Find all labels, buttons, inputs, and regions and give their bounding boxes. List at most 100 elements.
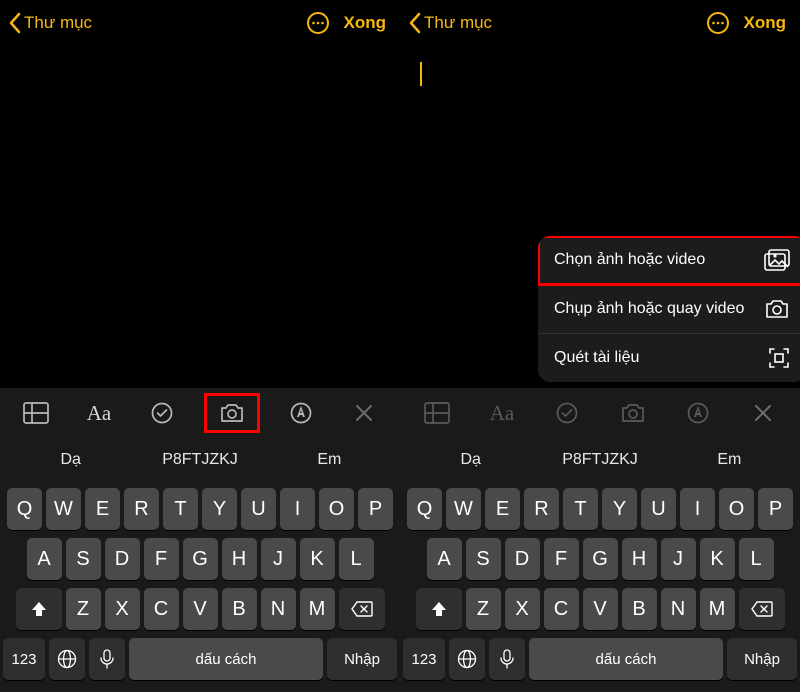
- key-d[interactable]: D: [505, 538, 540, 580]
- key-e[interactable]: E: [85, 488, 120, 530]
- key-j[interactable]: J: [661, 538, 696, 580]
- key-d[interactable]: D: [105, 538, 140, 580]
- checklist-icon[interactable]: [545, 395, 589, 431]
- backspace-key[interactable]: [739, 588, 785, 630]
- suggestion-item[interactable]: Dạ: [406, 451, 535, 469]
- table-icon[interactable]: [415, 395, 459, 431]
- keyboard: QWERTYUIOP ASDFGHJKL ZXCVBNM 123 dấu các…: [400, 482, 800, 692]
- key-l[interactable]: L: [739, 538, 774, 580]
- key-y[interactable]: Y: [202, 488, 237, 530]
- mic-key[interactable]: [489, 638, 525, 680]
- key-q[interactable]: Q: [407, 488, 442, 530]
- done-button[interactable]: Xong: [744, 13, 787, 33]
- numbers-key[interactable]: 123: [3, 638, 45, 680]
- back-button[interactable]: Thư mục: [408, 12, 492, 34]
- space-key[interactable]: dấu cách: [529, 638, 723, 680]
- key-a[interactable]: A: [427, 538, 462, 580]
- note-editor[interactable]: [0, 46, 400, 388]
- key-i[interactable]: I: [680, 488, 715, 530]
- key-z[interactable]: Z: [66, 588, 101, 630]
- camera-icon[interactable]: [204, 393, 260, 433]
- menu-take-photo[interactable]: Chụp ảnh hoặc quay video: [538, 285, 800, 334]
- key-t[interactable]: T: [163, 488, 198, 530]
- key-u[interactable]: U: [641, 488, 676, 530]
- key-f[interactable]: F: [544, 538, 579, 580]
- key-n[interactable]: N: [661, 588, 696, 630]
- close-icon[interactable]: [741, 395, 785, 431]
- space-key[interactable]: dấu cách: [129, 638, 323, 680]
- key-e[interactable]: E: [485, 488, 520, 530]
- key-l[interactable]: L: [339, 538, 374, 580]
- suggestion-item[interactable]: Em: [665, 451, 794, 469]
- more-icon[interactable]: [306, 11, 330, 35]
- more-icon[interactable]: [706, 11, 730, 35]
- key-v[interactable]: V: [183, 588, 218, 630]
- back-button[interactable]: Thư mục: [8, 12, 92, 34]
- key-m[interactable]: M: [700, 588, 735, 630]
- key-y[interactable]: Y: [602, 488, 637, 530]
- nav-bar: Thư mục Xong: [400, 0, 800, 46]
- mic-key[interactable]: [89, 638, 125, 680]
- key-g[interactable]: G: [583, 538, 618, 580]
- suggestion-item[interactable]: Em: [265, 451, 394, 469]
- key-b[interactable]: B: [622, 588, 657, 630]
- text-format-icon[interactable]: Aa: [480, 395, 524, 431]
- formatting-toolbar: Aa: [0, 388, 400, 438]
- table-icon[interactable]: [14, 395, 58, 431]
- close-icon[interactable]: [342, 395, 386, 431]
- note-editor[interactable]: Chọn ảnh hoặc video Chụp ảnh hoặc quay v…: [400, 46, 800, 388]
- numbers-key[interactable]: 123: [403, 638, 445, 680]
- key-z[interactable]: Z: [466, 588, 501, 630]
- key-o[interactable]: O: [319, 488, 354, 530]
- key-p[interactable]: P: [758, 488, 793, 530]
- key-s[interactable]: S: [66, 538, 101, 580]
- text-format-icon[interactable]: Aa: [77, 395, 121, 431]
- key-m[interactable]: M: [300, 588, 335, 630]
- key-f[interactable]: F: [144, 538, 179, 580]
- markup-icon[interactable]: [279, 395, 323, 431]
- key-q[interactable]: Q: [7, 488, 42, 530]
- key-w[interactable]: W: [46, 488, 81, 530]
- key-r[interactable]: R: [124, 488, 159, 530]
- globe-key[interactable]: [49, 638, 85, 680]
- key-g[interactable]: G: [183, 538, 218, 580]
- key-x[interactable]: X: [505, 588, 540, 630]
- suggestion-item[interactable]: P8FTJZKJ: [135, 451, 264, 469]
- keyboard: QWERTYUIOP ASDFGHJKL ZXCVBNM 123 dấu các…: [0, 482, 400, 692]
- key-k[interactable]: K: [300, 538, 335, 580]
- return-key[interactable]: Nhập: [727, 638, 797, 680]
- key-o[interactable]: O: [719, 488, 754, 530]
- done-button[interactable]: Xong: [344, 13, 387, 33]
- suggestion-item[interactable]: P8FTJZKJ: [535, 451, 664, 469]
- menu-scan-doc[interactable]: Quét tài liệu: [538, 334, 800, 382]
- key-i[interactable]: I: [280, 488, 315, 530]
- key-t[interactable]: T: [563, 488, 598, 530]
- suggestion-item[interactable]: Dạ: [6, 451, 135, 469]
- return-key[interactable]: Nhập: [327, 638, 397, 680]
- key-p[interactable]: P: [358, 488, 393, 530]
- key-h[interactable]: H: [622, 538, 657, 580]
- shift-key[interactable]: [16, 588, 62, 630]
- key-v[interactable]: V: [583, 588, 618, 630]
- key-j[interactable]: J: [261, 538, 296, 580]
- globe-key[interactable]: [449, 638, 485, 680]
- menu-choose-photo[interactable]: Chọn ảnh hoặc video: [538, 236, 800, 285]
- key-c[interactable]: C: [544, 588, 579, 630]
- key-b[interactable]: B: [222, 588, 257, 630]
- key-u[interactable]: U: [241, 488, 276, 530]
- checklist-icon[interactable]: [140, 395, 184, 431]
- key-x[interactable]: X: [105, 588, 140, 630]
- suggestion-bar: Dạ P8FTJZKJ Em: [0, 438, 400, 482]
- key-a[interactable]: A: [27, 538, 62, 580]
- camera-icon[interactable]: [611, 395, 655, 431]
- backspace-key[interactable]: [339, 588, 385, 630]
- key-h[interactable]: H: [222, 538, 257, 580]
- key-w[interactable]: W: [446, 488, 481, 530]
- key-k[interactable]: K: [700, 538, 735, 580]
- key-r[interactable]: R: [524, 488, 559, 530]
- shift-key[interactable]: [416, 588, 462, 630]
- key-s[interactable]: S: [466, 538, 501, 580]
- markup-icon[interactable]: [676, 395, 720, 431]
- key-n[interactable]: N: [261, 588, 296, 630]
- key-c[interactable]: C: [144, 588, 179, 630]
